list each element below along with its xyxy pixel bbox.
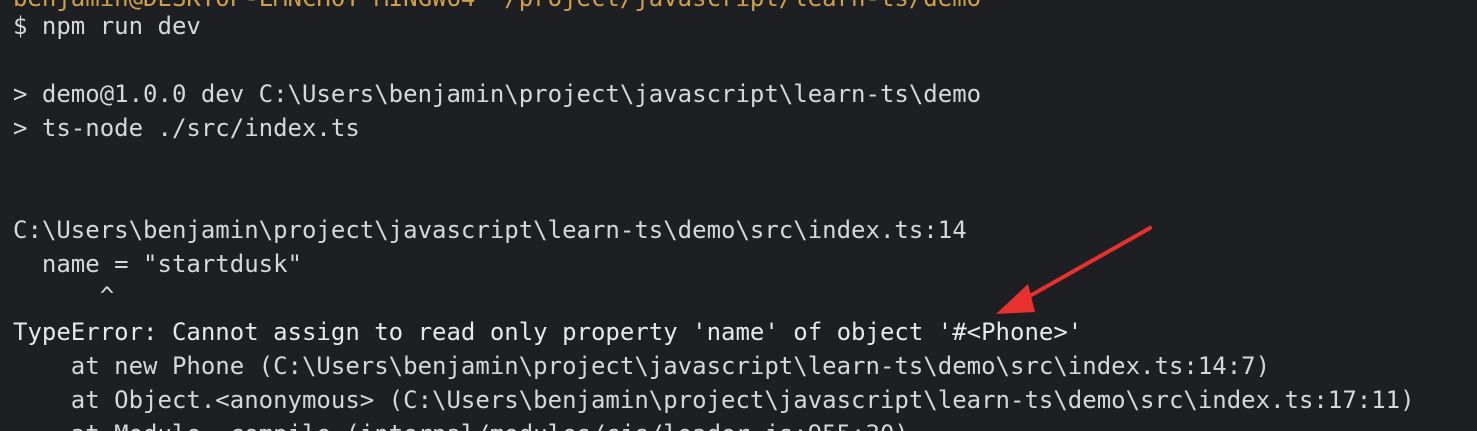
stack-frame-3: at Module._compile (internal/modules/cjs…	[13, 419, 909, 431]
npm-command-line: > ts-node ./src/index.ts	[13, 114, 360, 142]
stack-frame-2: at Object.<anonymous> (C:\Users\benjamin…	[13, 386, 1415, 414]
terminal-window[interactable]: benjamin@DESKTOP-LMNCHOT MINGW64 ~/proje…	[0, 0, 1477, 431]
red-arrow-icon	[996, 226, 1152, 314]
caret-marker: ^	[13, 282, 115, 310]
error-file-location: C:\Users\benjamin\project\javascript\lea…	[13, 216, 967, 244]
source-code-line: name = "startdusk"	[13, 250, 302, 278]
type-error-message: TypeError: Cannot assign to read only pr…	[13, 318, 1083, 346]
stack-frame-1: at new Phone (C:\Users\benjamin\project\…	[13, 352, 1271, 380]
command-line: $ npm run dev	[13, 12, 201, 40]
npm-script-line: > demo@1.0.0 dev C:\Users\benjamin\proje…	[13, 80, 982, 108]
